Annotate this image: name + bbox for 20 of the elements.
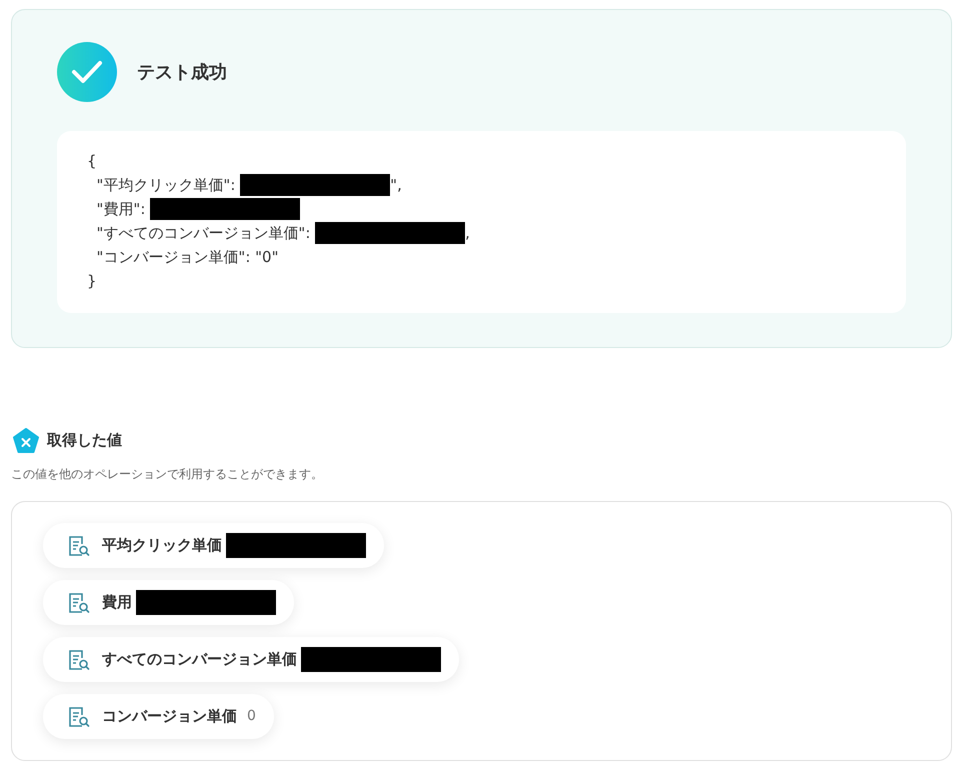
code-line: "コンバージョン単価": "0" <box>96 247 278 268</box>
document-search-icon <box>68 534 90 556</box>
code-line: , <box>465 223 470 244</box>
value-chip[interactable]: コンバージョン単価 0 <box>43 694 274 739</box>
pentagon-x-icon <box>13 428 39 453</box>
code-line: "費用": <box>96 199 146 220</box>
result-title: テスト成功 <box>137 60 227 84</box>
value-chip[interactable]: 平均クリック単価 <box>43 523 384 568</box>
value-chip[interactable]: すべてのコンバージョン単価 <box>43 637 459 682</box>
document-search-icon <box>68 706 90 728</box>
code-line: "すべてのコンバージョン単価": <box>96 223 312 244</box>
document-search-icon <box>68 592 90 614</box>
value-chip[interactable]: 費用 <box>43 580 294 625</box>
code-line: { <box>87 151 97 172</box>
section-title: 取得した値 <box>47 430 122 452</box>
code-line: ", <box>390 175 402 196</box>
section-description: この値を他のオペレーションで利用することができます。 <box>11 466 324 483</box>
code-line: "平均クリック単価": <box>96 175 236 196</box>
document-search-icon <box>68 648 90 670</box>
code-line: } <box>87 271 97 292</box>
